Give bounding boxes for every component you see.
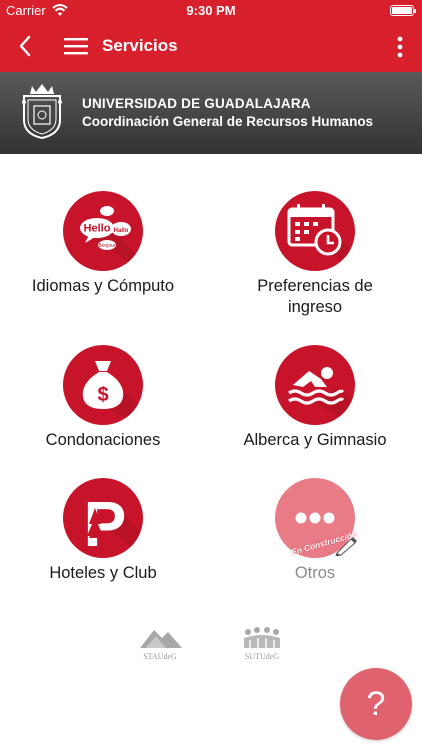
- money-bag-icon: $: [63, 345, 143, 425]
- dollar-sign: $: [97, 384, 108, 406]
- bubble-text: Hello: [84, 223, 111, 235]
- service-label: Alberca y Gimnasio: [243, 431, 387, 449]
- hamburger-menu-icon[interactable]: [64, 36, 88, 56]
- service-label: Hoteles y Club: [49, 564, 157, 582]
- bubble-text: Bonjour: [98, 243, 116, 249]
- service-otros: Otros: [220, 478, 410, 584]
- clock: 9:30 PM: [186, 3, 236, 18]
- back-button[interactable]: [14, 34, 38, 58]
- service-preferencias[interactable]: Preferencias de ingreso: [220, 191, 410, 318]
- service-alberca[interactable]: Alberca y Gimnasio: [220, 345, 410, 451]
- service-idiomas[interactable]: Hello Hallo Bonjour Idiomas y Cómputo: [8, 191, 198, 297]
- status-bar: Carrier 9:30 PM: [0, 0, 422, 22]
- service-label: Preferencias de ingreso: [257, 277, 373, 316]
- parking-trees-icon: P: [63, 478, 143, 558]
- department-name: Coordinación General de Recursos Humanos: [82, 114, 374, 129]
- staudeg-logo: STAUdeG: [136, 624, 184, 664]
- navigation-bar: Servicios: [0, 22, 422, 72]
- battery-icon: [390, 5, 416, 16]
- staudeg-caption: STAUdeG: [143, 652, 177, 661]
- service-label: Condonaciones: [45, 431, 161, 449]
- service-condonaciones[interactable]: $ Condonaciones: [8, 345, 198, 451]
- pencil-icon: [335, 537, 357, 556]
- sutudeg-caption: SUTUdeG: [244, 652, 280, 661]
- top-bar: Carrier 9:30 PM Servicios: [0, 0, 422, 72]
- university-crest-logo: [22, 84, 62, 140]
- more-options-icon[interactable]: [396, 36, 404, 58]
- help-button[interactable]: ?: [340, 668, 412, 740]
- service-label: Otros: [294, 564, 336, 582]
- service-hoteles[interactable]: P Hoteles y Club: [8, 478, 198, 584]
- sutudeg-logo: SUTUdeG: [238, 624, 286, 664]
- speech-bubbles-icon: Hello Hallo Bonjour: [63, 191, 143, 271]
- university-banner: UNIVERSIDAD DE GUADALAJARA Coordinación …: [0, 72, 422, 154]
- swimmer-icon: [275, 345, 355, 425]
- page-title: Servicios: [102, 36, 178, 55]
- service-label: Idiomas y Cómputo: [31, 277, 175, 295]
- university-name: UNIVERSIDAD DE GUADALAJARA: [82, 96, 311, 111]
- bubble-text: Hallo: [114, 228, 129, 234]
- calendar-clock-icon: [275, 191, 355, 271]
